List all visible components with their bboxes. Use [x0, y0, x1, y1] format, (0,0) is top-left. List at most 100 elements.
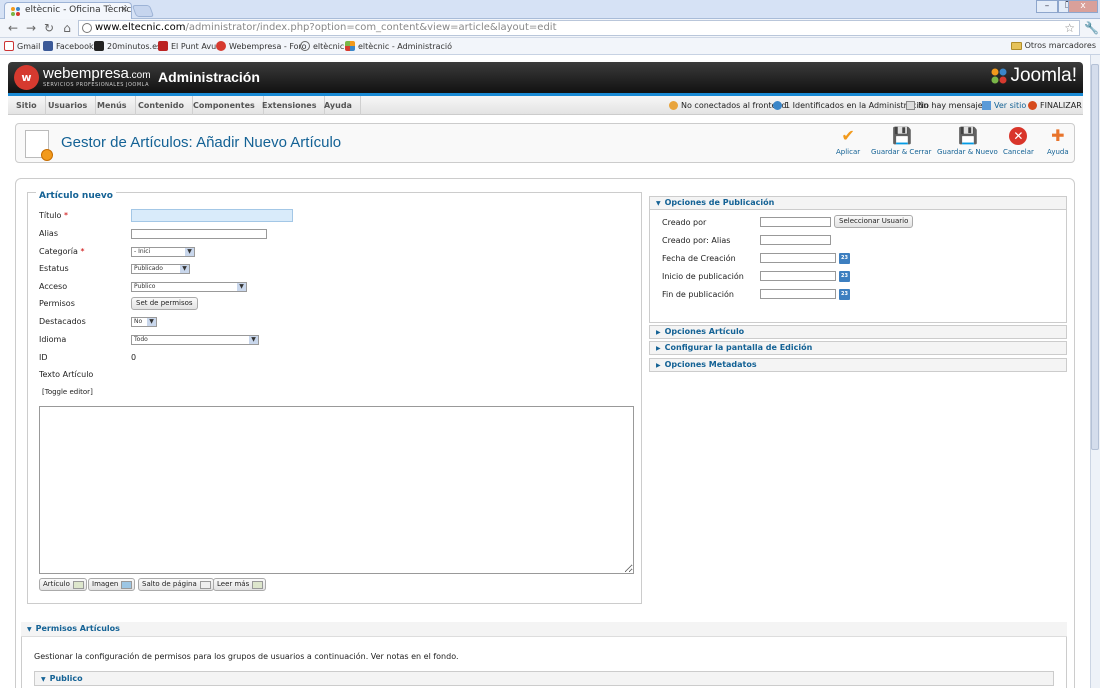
- menu-extensiones[interactable]: Extensiones: [254, 96, 326, 115]
- webempresa-logo-icon: w: [14, 65, 39, 90]
- permissions-header[interactable]: ▼ Permisos Artículos: [21, 622, 1067, 637]
- new-tab-button[interactable]: [131, 5, 155, 17]
- status-messages[interactable]: No hay mensajes: [906, 101, 987, 110]
- power-icon: [1028, 101, 1037, 110]
- save-close-button[interactable]: 💾 Guardar & Cerrar: [871, 127, 931, 157]
- bookmark-facebook[interactable]: Facebook: [43, 41, 94, 51]
- triangle-right-icon: ▶: [656, 345, 661, 352]
- address-bar[interactable]: www.eltecnic.com/administrator/index.php…: [78, 20, 1080, 36]
- page-toolbar: Gestor de Artículos: Añadir Nuevo Artícu…: [15, 123, 1075, 163]
- editor-readmore-button[interactable]: Leer más: [213, 578, 267, 591]
- cancel-button[interactable]: ✕ Cancelar: [1003, 127, 1034, 156]
- admin-header: w webempresa.com SERVICIOS PROFESIONALES…: [8, 62, 1083, 93]
- checkmark-icon: ✔: [841, 126, 855, 145]
- globe-icon: [82, 23, 92, 33]
- editor-image-button[interactable]: Imagen: [88, 578, 136, 591]
- publish-start-label: Inicio de publicación: [662, 272, 744, 281]
- status-select[interactable]: Publicado ▼: [131, 264, 190, 274]
- set-permissions-button[interactable]: Set de permisos: [131, 297, 198, 310]
- menu-ayuda[interactable]: Ayuda: [316, 96, 361, 115]
- scrollbar-thumb[interactable]: [1091, 64, 1099, 450]
- created-by-label: Creado por: [662, 218, 707, 227]
- editor-pagebreak-button[interactable]: Salto de página: [138, 578, 214, 591]
- image-icon: [121, 581, 133, 589]
- publishing-options-header[interactable]: ▼ Opciones de Publicación: [649, 196, 1067, 210]
- save-new-button[interactable]: 💾 Guardar & Nuevo: [937, 127, 998, 157]
- home-icon[interactable]: ⌂: [60, 21, 74, 35]
- el-punt-icon: [158, 41, 168, 51]
- article-icon: [72, 581, 84, 589]
- bookmark-eltecnic-admin[interactable]: eltècnic - Administració: [345, 41, 452, 51]
- bookmarks-bar: Gmail Facebook 20minutos.es El Punt Avui…: [0, 38, 1100, 55]
- edit-screen-options-header[interactable]: ▶ Configurar la pantalla de Edición: [649, 341, 1067, 355]
- toggle-editor-link[interactable]: [Toggle editor]: [42, 388, 93, 396]
- created-by-input[interactable]: [760, 217, 831, 227]
- publish-start-input[interactable]: [760, 271, 836, 281]
- browser-tab[interactable]: eltècnic - Oficina Tècnica - Adm ✕: [4, 2, 132, 19]
- title-input[interactable]: [131, 209, 293, 222]
- created-date-label: Fecha de Creación: [662, 254, 736, 263]
- menu-componentes[interactable]: Componentes: [185, 96, 264, 115]
- menu-menus[interactable]: Menús: [89, 96, 136, 115]
- facebook-icon: [43, 41, 53, 51]
- alias-input[interactable]: [131, 229, 267, 239]
- access-label: Acceso: [39, 282, 68, 291]
- url-host: www.eltecnic.com: [95, 22, 186, 33]
- apply-button[interactable]: ✔ Aplicar: [836, 126, 860, 157]
- publish-end-input[interactable]: [760, 289, 836, 299]
- menu-usuarios[interactable]: Usuarios: [40, 96, 97, 115]
- status-frontend: No conectados al frontend: [669, 101, 787, 110]
- browser-navbar: ← → ↻ ⌂ www.eltecnic.com/administrator/i…: [0, 19, 1100, 38]
- readmore-icon: [252, 581, 264, 589]
- article-options-header[interactable]: ▶ Opciones Artículo: [649, 325, 1067, 339]
- wrench-icon[interactable]: 🔧: [1084, 21, 1099, 35]
- minimize-icon[interactable]: –: [1036, 0, 1058, 13]
- permissions-group-publico[interactable]: ▼ Publico: [34, 671, 1054, 686]
- logout-link[interactable]: FINALIZAR: [1028, 101, 1082, 110]
- admin-menubar: Sitio Usuarios Menús Contenido Component…: [8, 96, 1083, 115]
- calendar-icon[interactable]: 23: [839, 271, 850, 282]
- metadata-options-header[interactable]: ▶ Opciones Metadatos: [649, 358, 1067, 372]
- id-value: 0: [131, 353, 137, 362]
- category-select[interactable]: - Inici ▼: [131, 247, 195, 257]
- featured-select[interactable]: No ▼: [131, 317, 157, 327]
- users-icon: [669, 101, 678, 110]
- chevron-down-icon: ▼: [180, 265, 189, 273]
- forward-arrow-icon[interactable]: →: [24, 21, 38, 35]
- bookmark-eltecnic[interactable]: eltècnic: [300, 41, 344, 51]
- menu-contenido[interactable]: Contenido: [130, 96, 193, 115]
- url-path: /administrator/index.php?option=com_cont…: [185, 22, 557, 33]
- language-select[interactable]: Todo ▼: [131, 335, 259, 345]
- editor-article-button[interactable]: Artículo: [39, 578, 87, 591]
- view-site-link[interactable]: Ver sitio: [982, 101, 1026, 110]
- created-date-input[interactable]: [760, 253, 836, 263]
- admin-title: Administración: [158, 69, 260, 85]
- access-select[interactable]: Publico ▼: [131, 282, 247, 292]
- article-text-editor[interactable]: [39, 406, 634, 574]
- joomla-favicon-icon: [345, 41, 355, 51]
- bookmark-20minutos[interactable]: 20minutos.es: [94, 41, 161, 51]
- folder-icon: [1010, 41, 1022, 50]
- triangle-down-icon: ▼: [656, 200, 661, 207]
- select-user-button[interactable]: Seleccionar Usuario: [834, 215, 914, 228]
- 20minutos-icon: [94, 41, 104, 51]
- category-label: Categoría *: [39, 247, 85, 256]
- featured-label: Destacados: [39, 317, 86, 326]
- reload-icon[interactable]: ↻: [42, 21, 56, 35]
- bookmark-star-icon[interactable]: ☆: [1064, 21, 1075, 35]
- chevron-down-icon: ▼: [237, 283, 246, 291]
- close-window-icon[interactable]: x: [1068, 0, 1098, 13]
- back-arrow-icon[interactable]: ←: [6, 21, 20, 35]
- tab-close-icon[interactable]: ✕: [120, 5, 128, 15]
- other-bookmarks[interactable]: Otros marcadores: [1010, 41, 1096, 50]
- globe-icon: [300, 41, 310, 51]
- calendar-icon[interactable]: 23: [839, 289, 850, 300]
- joomla-logo-icon: [991, 68, 1007, 84]
- help-button[interactable]: ✚ Ayuda: [1047, 127, 1069, 157]
- calendar-icon[interactable]: 23: [839, 253, 850, 264]
- bookmark-webempresa[interactable]: Webempresa - Foro: [216, 41, 307, 51]
- bookmark-gmail[interactable]: Gmail: [4, 41, 40, 51]
- created-alias-input[interactable]: [760, 235, 831, 245]
- bookmark-el-punt-avui[interactable]: El Punt Avui: [158, 41, 218, 51]
- joomla-logo: Joomla!: [990, 65, 1077, 87]
